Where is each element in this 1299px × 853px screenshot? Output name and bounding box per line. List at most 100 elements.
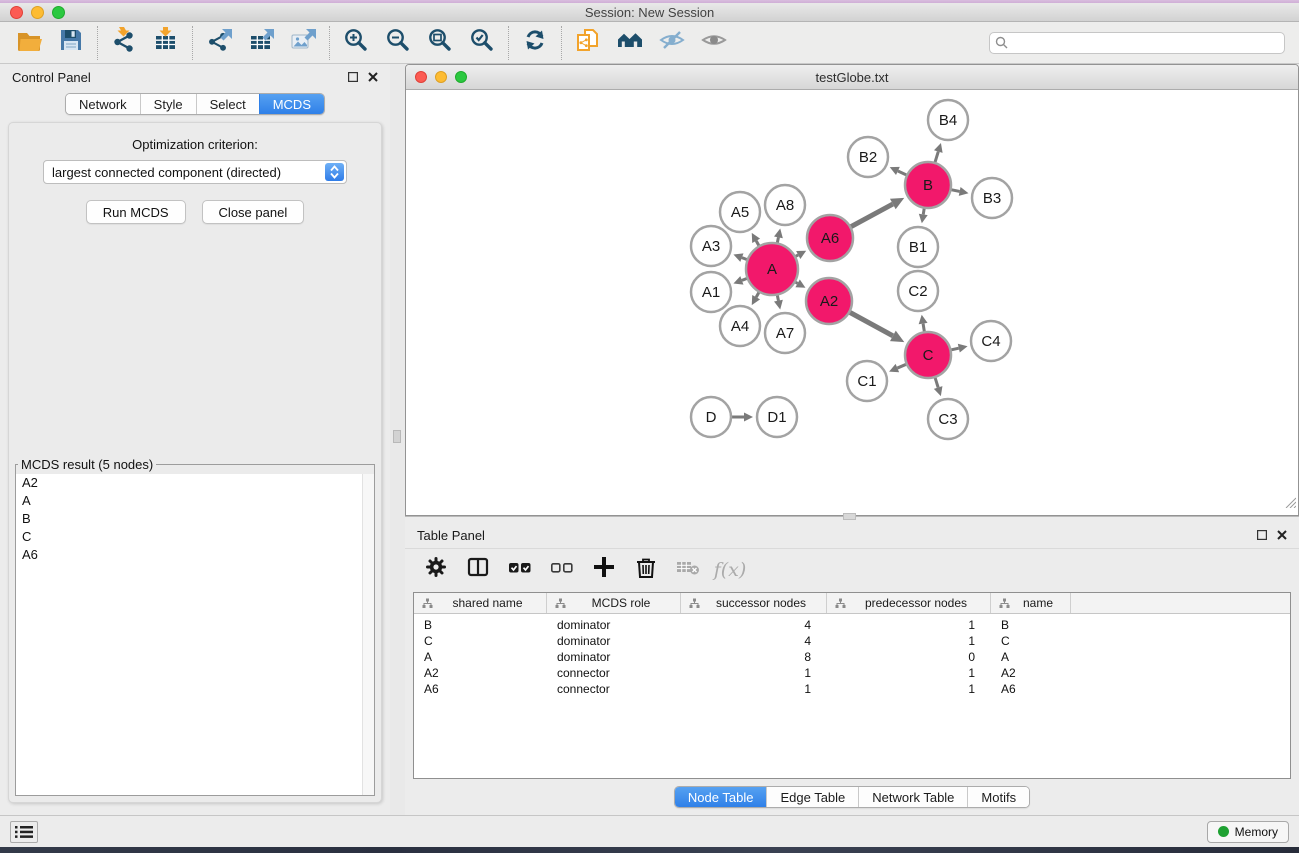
node-A3[interactable]: A3 — [691, 226, 731, 266]
close-panel-icon[interactable] — [1277, 530, 1287, 540]
refresh-button[interactable] — [514, 24, 556, 62]
float-panel-icon[interactable] — [1257, 530, 1267, 540]
table-row[interactable]: A2connector11A2 — [414, 665, 1290, 681]
tab-edge-table[interactable]: Edge Table — [766, 787, 858, 807]
float-panel-icon[interactable] — [348, 72, 358, 82]
node-C1[interactable]: C1 — [847, 361, 887, 401]
select-all-button[interactable] — [501, 552, 539, 588]
duplicate-network-button[interactable] — [567, 24, 609, 62]
node-B3[interactable]: B3 — [972, 178, 1012, 218]
node-A8[interactable]: A8 — [765, 185, 805, 225]
node-A4[interactable]: A4 — [720, 306, 760, 346]
node-A6[interactable]: A6 — [807, 215, 853, 261]
edge-B-B4[interactable] — [934, 143, 943, 153]
node-B1[interactable]: B1 — [898, 227, 938, 267]
task-history-button[interactable] — [10, 821, 38, 843]
columns-button[interactable] — [459, 552, 497, 588]
node-B[interactable]: B — [905, 162, 951, 208]
table-row[interactable]: Cdominator41C — [414, 633, 1290, 649]
zoom-network-button[interactable] — [455, 71, 467, 83]
node-D1[interactable]: D1 — [757, 397, 797, 437]
column-header-successor-nodes[interactable]: successor nodes — [681, 593, 827, 613]
edge-A-A7[interactable] — [774, 300, 783, 310]
node-B4[interactable]: B4 — [928, 100, 968, 140]
panel-split-divider[interactable] — [390, 64, 405, 815]
node-C3[interactable]: C3 — [928, 399, 968, 439]
table-row[interactable]: Adominator80A — [414, 649, 1290, 665]
column-header-name[interactable]: name — [991, 593, 1071, 613]
edge-B-B1[interactable] — [919, 214, 928, 224]
node-A[interactable]: A — [746, 243, 798, 295]
zoom-out-button[interactable] — [377, 24, 419, 62]
import-table-button[interactable] — [145, 24, 187, 62]
mcds-result-item[interactable]: C — [16, 528, 374, 546]
close-network-button[interactable] — [415, 71, 427, 83]
export-table-button[interactable] — [240, 24, 282, 62]
search-field[interactable] — [989, 32, 1285, 54]
home-button[interactable] — [609, 24, 651, 62]
node-A5[interactable]: A5 — [720, 192, 760, 232]
tab-select[interactable]: Select — [196, 94, 259, 114]
export-network-button[interactable] — [198, 24, 240, 62]
node-B2[interactable]: B2 — [848, 137, 888, 177]
mcds-result-item[interactable]: B — [16, 510, 374, 528]
node-A7[interactable]: A7 — [765, 313, 805, 353]
export-image-button[interactable] — [282, 24, 324, 62]
edge-B-B3[interactable] — [959, 187, 969, 196]
resize-grip-icon[interactable] — [1283, 495, 1296, 513]
table-row[interactable]: Bdominator41B — [414, 617, 1290, 633]
settings-button[interactable] — [417, 552, 455, 588]
node-C2[interactable]: C2 — [898, 271, 938, 311]
network-canvas[interactable]: B4 B2 B B3 A5A8A6 B1 A3 A A1 C2 A2 A4A7 C4 C C1 C3 D D1 — [406, 90, 1298, 515]
edge-C-C3[interactable] — [934, 386, 943, 396]
zoom-in-button[interactable] — [335, 24, 377, 62]
edge-D-D1[interactable] — [744, 413, 753, 422]
save-session-button[interactable] — [50, 24, 92, 62]
search-input[interactable] — [989, 32, 1285, 54]
split-handle-icon[interactable] — [393, 430, 401, 443]
close-panel-icon[interactable] — [368, 72, 378, 82]
criterion-select[interactable]: largest connected component (directed) — [43, 160, 347, 184]
deselect-all-button[interactable] — [543, 552, 581, 588]
tab-node-table[interactable]: Node Table — [675, 787, 767, 807]
zoom-fit-button[interactable] — [419, 24, 461, 62]
run-mcds-button[interactable]: Run MCDS — [86, 200, 186, 224]
tab-style[interactable]: Style — [140, 94, 196, 114]
edge-C-C2[interactable] — [919, 315, 928, 325]
add-column-button[interactable] — [585, 552, 623, 588]
node-A1[interactable]: A1 — [691, 272, 731, 312]
node-A2[interactable]: A2 — [806, 278, 852, 324]
scrollbar-track[interactable] — [362, 474, 374, 795]
show-all-button[interactable] — [693, 24, 735, 62]
edge-A-A8[interactable] — [774, 229, 783, 239]
column-header-predecessor-nodes[interactable]: predecessor nodes — [827, 593, 991, 613]
node-C[interactable]: C — [905, 332, 951, 378]
minimize-window-button[interactable] — [31, 6, 44, 19]
close-panel-button[interactable]: Close panel — [202, 200, 305, 224]
minimize-network-button[interactable] — [435, 71, 447, 83]
tab-mcds[interactable]: MCDS — [259, 94, 324, 114]
column-header-shared-name[interactable]: shared name — [414, 593, 547, 613]
close-window-button[interactable] — [10, 6, 23, 19]
network-graph[interactable]: B4 B2 B B3 A5A8A6 B1 A3 A A1 C2 A2 A4A7 C4 C C1 C3 D D1 — [406, 90, 1298, 514]
split-handle-icon[interactable] — [843, 513, 856, 520]
tab-motifs[interactable]: Motifs — [967, 787, 1029, 807]
node-C4[interactable]: C4 — [971, 321, 1011, 361]
edge-C-C4[interactable] — [958, 344, 968, 353]
zoom-selected-button[interactable] — [461, 24, 503, 62]
node-D[interactable]: D — [691, 397, 731, 437]
zoom-window-button[interactable] — [52, 6, 65, 19]
mcds-result-item[interactable]: A2 — [16, 474, 374, 492]
memory-button[interactable]: Memory — [1207, 821, 1289, 843]
table-split-divider[interactable] — [405, 516, 1299, 522]
column-header-mcds-role[interactable]: MCDS role — [547, 593, 681, 613]
table-row[interactable]: A6connector11A6 — [414, 681, 1290, 697]
tab-network-table[interactable]: Network Table — [858, 787, 967, 807]
open-session-button[interactable] — [8, 24, 50, 62]
mcds-result-item[interactable]: A6 — [16, 546, 374, 564]
delete-column-button[interactable] — [627, 552, 665, 588]
mcds-result-item[interactable]: A — [16, 492, 374, 510]
hide-selected-button[interactable] — [651, 24, 693, 62]
import-network-button[interactable] — [103, 24, 145, 62]
tab-network[interactable]: Network — [66, 94, 140, 114]
